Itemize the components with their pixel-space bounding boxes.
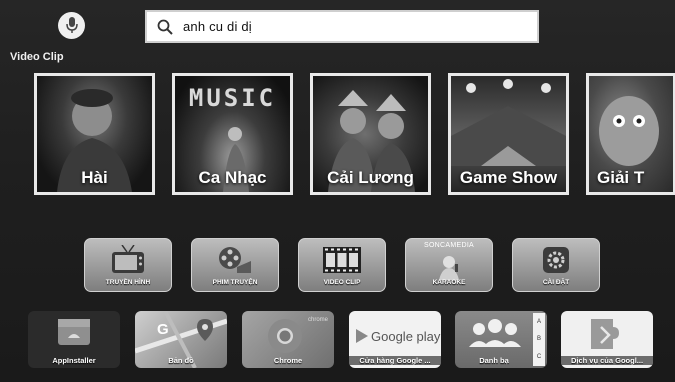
app-truyen-hinh[interactable]: TRUYỀN HÌNH <box>84 238 172 292</box>
film-strip-icon <box>322 244 362 276</box>
app-label: Chrome <box>273 356 303 365</box>
search-input[interactable]: anh cu di dị <box>145 10 539 43</box>
app-label: KARAOKE <box>432 279 466 286</box>
app-chrome[interactable]: chrome Chrome <box>242 311 334 368</box>
app-appinstaller[interactable]: AppInstaller <box>28 311 120 368</box>
category-label: Cải Lương <box>327 168 414 187</box>
app-google-play[interactable]: Google play Cửa hàng Google ... <box>349 311 441 368</box>
app-label: VIDEO CLIP <box>323 279 361 286</box>
index-letter: B <box>536 336 541 343</box>
tv-icon <box>108 244 148 276</box>
app-danh-ba[interactable]: A B C Danh bạ <box>455 311 547 368</box>
category-tile-giai-tri[interactable]: Giải T <box>586 73 675 195</box>
app-label: PHIM TRUYỆN <box>212 279 258 286</box>
google-play-logo-text: Google play <box>371 329 441 344</box>
chrome-watermark: chrome <box>307 317 328 323</box>
play-store-icon <box>356 329 368 343</box>
contacts-icon <box>469 319 521 347</box>
app-google-services[interactable]: Dịch vụ của Googl... <box>561 311 653 368</box>
app-video-clip[interactable]: VIDEO CLIP <box>298 238 386 292</box>
search-query-text: anh cu di dị <box>183 19 252 34</box>
index-letter: A <box>536 318 541 325</box>
film-reel-icon <box>215 244 255 276</box>
app-label: Bản đồ <box>168 356 194 365</box>
app-label: AppInstaller <box>52 356 96 365</box>
category-tile-ca-nhac[interactable]: MUSIC Ca Nhạc <box>172 73 293 195</box>
app-karaoke[interactable]: SONCAMEDIA KARAOKE <box>405 238 493 292</box>
microphone-icon <box>65 17 78 33</box>
category-tile-hai[interactable]: Hài <box>34 73 155 195</box>
app-label: TRUYỀN HÌNH <box>105 279 151 286</box>
settings-icon <box>536 244 576 276</box>
soncamedia-brand: SONCAMEDIA <box>423 242 475 249</box>
maps-g-letter: G <box>157 321 169 338</box>
app-ban-do[interactable]: G Bản đồ <box>135 311 227 368</box>
app-label: Cửa hàng Google ... <box>349 356 441 365</box>
app-label: CÀI ĐẶT <box>542 279 570 286</box>
tv-home-screen: anh cu di dị Video Clip Hài MUSIC Ca Nhạ… <box>0 0 675 382</box>
section-title: Video Clip <box>10 51 64 63</box>
app-phim-truyen[interactable]: PHIM TRUYỆN <box>191 238 279 292</box>
category-label: Game Show <box>459 168 558 187</box>
category-label: Giải T <box>597 168 645 187</box>
app-label: Danh bạ <box>479 356 509 365</box>
app-label: Dịch vụ của Googl... <box>561 356 653 365</box>
voice-search-button[interactable] <box>58 12 85 39</box>
search-icon <box>157 19 173 35</box>
category-label: Hài <box>81 168 108 187</box>
category-tile-cai-luong[interactable]: Cải Lương <box>310 73 431 195</box>
category-tile-game-show[interactable]: Game Show <box>448 73 569 195</box>
category-label: Ca Nhạc <box>198 168 267 187</box>
index-letter: C <box>536 354 542 361</box>
alphabet-index: A B C <box>533 313 545 366</box>
app-cai-dat[interactable]: CÀI ĐẶT <box>512 238 600 292</box>
android-box-icon <box>58 319 90 345</box>
